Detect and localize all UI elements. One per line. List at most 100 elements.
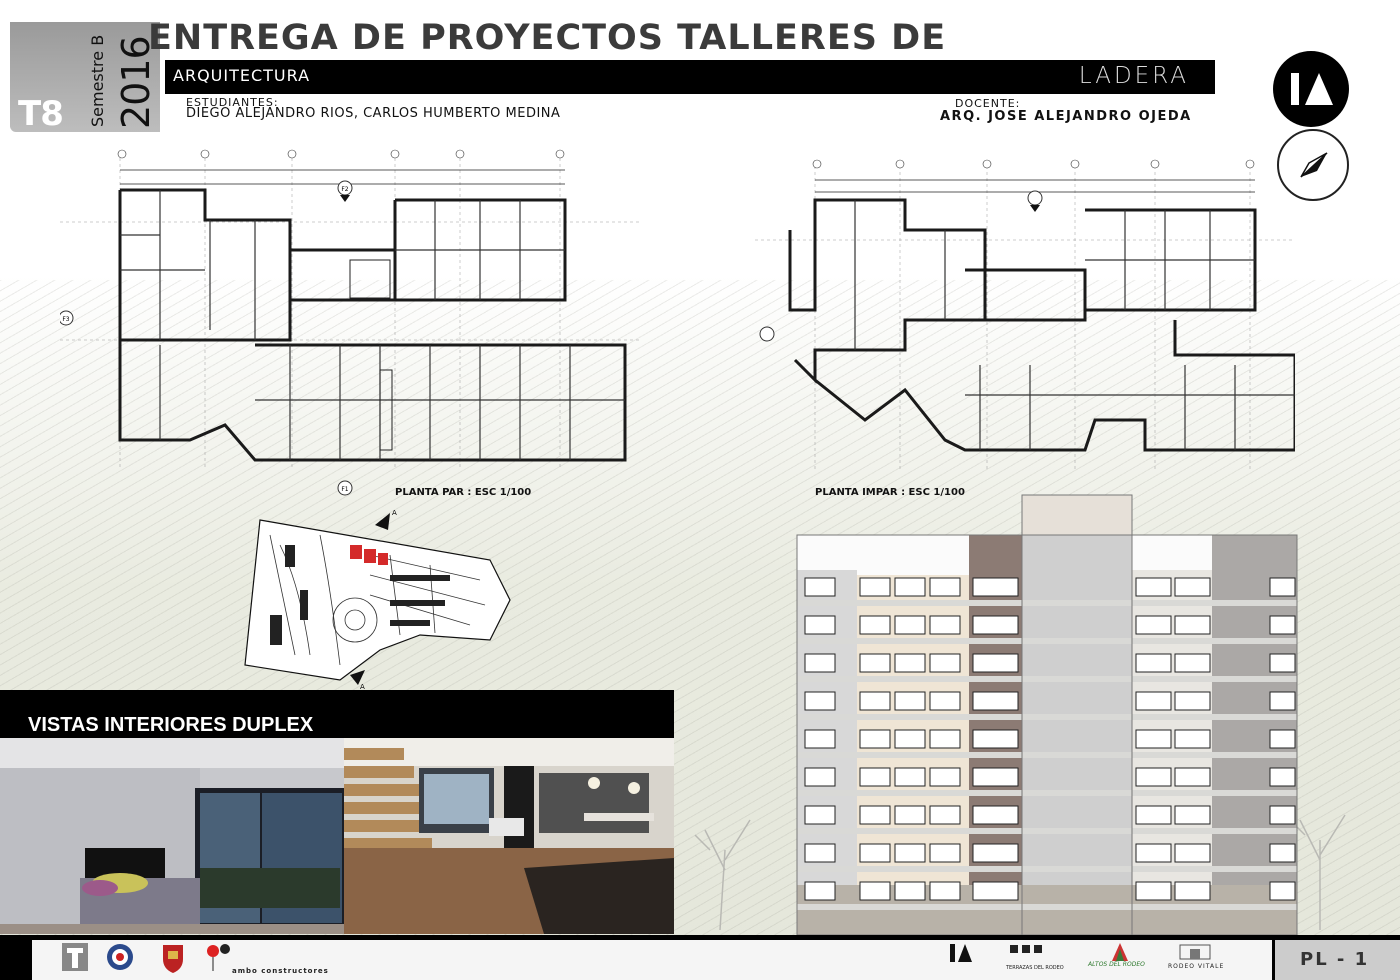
elevation-window (929, 767, 961, 787)
floor-slab (797, 676, 1297, 682)
coat-of-arms-icon (163, 945, 183, 973)
elevation-window (859, 805, 891, 825)
marker-f2: F2 (341, 186, 348, 193)
terrazas-logo-text: TERRAZAS DEL RODEO (1006, 965, 1064, 971)
title-bar: ARQUITECTURA LADERA (165, 60, 1215, 94)
elevation-window (1269, 653, 1296, 673)
elevation-window (894, 805, 926, 825)
elevation-window (1135, 843, 1172, 863)
elevation-window (1269, 729, 1296, 749)
teacher-name: ARQ. JOSE ALEJANDRO OJEDA (940, 109, 1192, 124)
marker-f3: F3 (62, 316, 69, 323)
floor-slab (797, 904, 1297, 910)
elevation-window (804, 805, 836, 825)
elevation-window (972, 577, 1019, 597)
elevation-window (1135, 577, 1172, 597)
site-marker-a-bottom: A (360, 683, 365, 690)
elevation-window (972, 653, 1019, 673)
elevation-window (859, 767, 891, 787)
elevation-window (972, 691, 1019, 711)
elevation-window (1269, 615, 1296, 635)
page-number-box: PL - 1 (1275, 940, 1400, 980)
floor-plan-odd (755, 159, 1295, 470)
elevation-window (804, 881, 836, 901)
elevation-window (1269, 767, 1296, 787)
elevation-window (894, 881, 926, 901)
elevation-window (1174, 653, 1211, 673)
elevation-window (1269, 577, 1296, 597)
site-marker-a-top: A (392, 509, 397, 517)
elevation-window (1135, 691, 1172, 711)
elevation-window (859, 691, 891, 711)
elevation-window (1174, 805, 1211, 825)
building-elevation (694, 494, 1346, 935)
elevation-window (804, 729, 836, 749)
site-plan: A A (244, 509, 511, 690)
altos-logo-icon (1112, 943, 1128, 961)
semester-label: Semestre B (88, 34, 107, 127)
elevation-window (804, 691, 836, 711)
elevation-window (929, 843, 961, 863)
elevation-window (894, 729, 926, 749)
elevation-window (972, 615, 1019, 635)
floor-plan-even: F2 F3 (60, 149, 640, 470)
subtitle: ARQUITECTURA (173, 66, 311, 85)
elevation-window (1269, 805, 1296, 825)
elevation-window (929, 577, 961, 597)
elevation-window (972, 805, 1019, 825)
elevation-window (804, 653, 836, 673)
elevation-window (859, 615, 891, 635)
elevation-window (859, 577, 891, 597)
rodeo-vitale-logo-text: RODEO VITALE (1168, 963, 1225, 970)
elevation-window (1269, 843, 1296, 863)
elevation-window (1135, 881, 1172, 901)
elevation-window (894, 653, 926, 673)
course-code: T8 (18, 94, 64, 134)
project-name: LADERA (1078, 63, 1189, 89)
faculty-seal-icon (107, 944, 133, 970)
floor-slab (797, 714, 1297, 720)
elevation-window (1174, 729, 1211, 749)
page-title: ENTREGA DE PROYECTOS TALLERES DE (148, 18, 947, 58)
svg-text:F1: F1 (341, 486, 348, 493)
renders-title: VISTAS INTERIORES DUPLEX (28, 714, 314, 736)
elevation-window (929, 805, 961, 825)
ia-footer-logo-icon (950, 944, 972, 962)
university-logo-icon (62, 943, 88, 971)
elevation-window (1174, 691, 1211, 711)
ambo-logo-text: ambo constructores (232, 967, 329, 975)
elevation-window (929, 615, 961, 635)
living-room-render (344, 738, 674, 934)
altos-logo-text: ALTOS DEL RODEO (1088, 961, 1145, 968)
elevation-window (1269, 881, 1296, 901)
elevation-window (894, 843, 926, 863)
elevation-window (859, 653, 891, 673)
elevation-window (894, 577, 926, 597)
elevation-window (804, 615, 836, 635)
page-number: PL - 1 (1300, 949, 1370, 970)
footer: ambo constructores TERRAZAS DEL RODEO AL… (0, 935, 1400, 980)
elevation-window (972, 843, 1019, 863)
elevation-window (1174, 577, 1211, 597)
elevation-window (929, 881, 961, 901)
bedroom-render (0, 738, 344, 934)
elevation-window (972, 767, 1019, 787)
elevation-window (894, 767, 926, 787)
elevation-window (1135, 729, 1172, 749)
elevation-window (1174, 881, 1211, 901)
elevation-window (859, 843, 891, 863)
elevation-window (972, 881, 1019, 901)
elevation-window (894, 691, 926, 711)
section-marker-f1: F1 (337, 480, 353, 496)
elevation-window (804, 577, 836, 597)
studio-logo-icon (1273, 51, 1349, 127)
floor-slab (797, 828, 1297, 834)
elevation-window (859, 729, 891, 749)
elevation-window (929, 729, 961, 749)
terrazas-logo-icon (1010, 945, 1042, 953)
elevation-window (1135, 767, 1172, 787)
students-names: DIEGO ALEJANDRO RIOS, CARLOS HUMBERTO ME… (186, 106, 561, 121)
elevation-window (804, 767, 836, 787)
semester-tag: T8 Semestre B 2016 (10, 22, 160, 134)
elevation-window (859, 881, 891, 901)
